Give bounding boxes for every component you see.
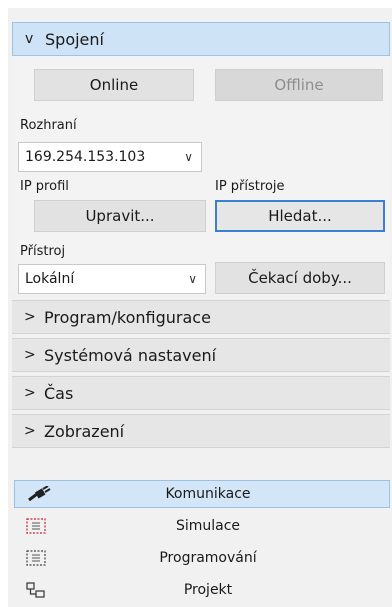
connection-panel: Online Offline Rozhraní 169.254.153.103 … [12,56,390,294]
nav-item-label: Projekt [183,582,233,598]
offline-button[interactable]: Offline [215,69,383,101]
section-title-display: Zobrazení [44,421,125,441]
nav-item-label: Simulace [175,518,241,534]
nav-item-communication[interactable]: Komunikace [14,480,390,508]
chevron-down-icon: ∨ [188,272,197,286]
project-icon [14,582,66,598]
ip-device-label: IP přístroje [215,179,285,194]
chevron-right-icon: > [24,385,36,401]
plug-icon [15,486,67,502]
interface-select[interactable]: 169.254.153.103 ∨ [18,142,202,172]
section-header-program[interactable]: > Program/konfigurace [12,300,390,334]
section-header-connection[interactable]: v Spojení [12,22,390,56]
section-header-display[interactable]: > Zobrazení [12,414,390,448]
interface-value: 169.254.153.103 [25,149,146,165]
chevron-right-icon: > [24,309,36,325]
search-device-button[interactable]: Hledat... [215,200,385,232]
nav-item-programming[interactable]: Programování [14,544,390,572]
ip-profile-label: IP profil [20,179,69,194]
section-title-time: Čas [44,383,74,403]
interface-label: Rozhraní [20,118,77,133]
section-header-system[interactable]: > Systémová nastavení [12,338,390,372]
nav-item-simulation[interactable]: Simulace [14,512,390,540]
chevron-right-icon: > [24,423,36,439]
device-value: Lokální [25,271,75,287]
simulation-icon [14,518,66,534]
chevron-down-icon: v [25,31,34,47]
nav-item-label: Komunikace [165,486,251,502]
timeouts-button[interactable]: Čekací doby... [215,262,385,294]
section-header-time[interactable]: > Čas [12,376,390,410]
device-label: Přístroj [20,244,66,259]
programming-icon [14,550,66,566]
section-title-connection: Spojení [45,29,104,49]
nav-item-project[interactable]: Projekt [14,576,390,604]
device-select[interactable]: Lokální ∨ [18,264,206,294]
section-title-system: Systémová nastavení [44,345,217,365]
edit-profile-button[interactable]: Upravit... [34,200,206,232]
chevron-down-icon: ∨ [184,150,193,164]
section-title-program: Program/konfigurace [44,307,211,327]
nav-item-label: Programování [159,550,257,566]
online-button[interactable]: Online [34,69,194,101]
chevron-right-icon: > [24,347,36,363]
